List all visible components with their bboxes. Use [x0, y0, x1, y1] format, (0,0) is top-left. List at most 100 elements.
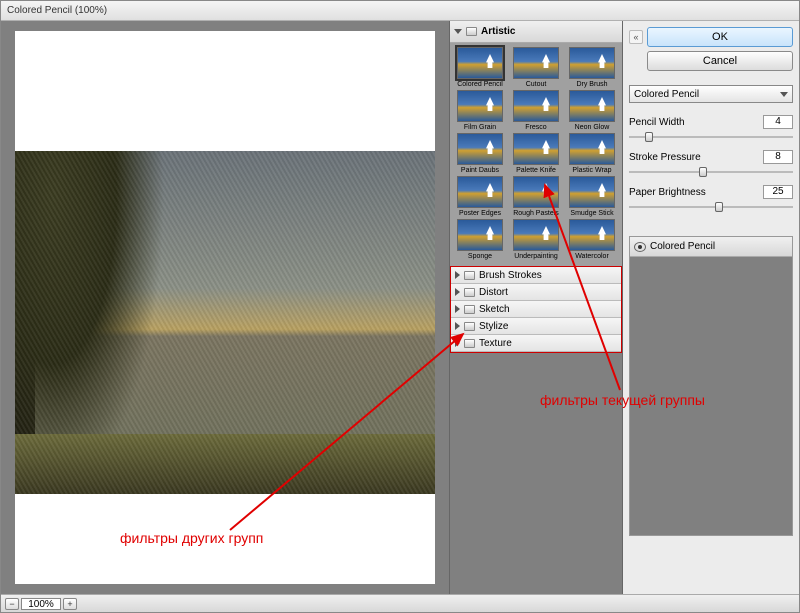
effect-layer-row[interactable]: Colored Pencil [630, 237, 792, 257]
category-label: Brush Strokes [479, 270, 542, 281]
thumb-image [569, 133, 615, 165]
filter-select[interactable]: Colored Pencil [629, 85, 793, 103]
category-distort[interactable]: Distort [451, 284, 621, 301]
thumb-image [457, 133, 503, 165]
effect-layer-label: Colored Pencil [650, 241, 715, 252]
filter-thumb-paint-daubs[interactable]: Paint Daubs [454, 133, 506, 174]
thumb-image [569, 219, 615, 251]
category-stylize[interactable]: Stylize [451, 318, 621, 335]
thumb-label: Sponge [468, 253, 492, 260]
thumb-image [513, 47, 559, 79]
folder-icon [466, 27, 477, 36]
folder-icon [464, 305, 475, 314]
param-slider[interactable] [629, 167, 793, 177]
category-texture[interactable]: Texture [451, 335, 621, 352]
category-label: Sketch [479, 304, 510, 315]
thumb-image [513, 176, 559, 208]
category-label: Distort [479, 287, 508, 298]
thumb-image [569, 47, 615, 79]
controls-pane: « OK Cancel Colored Pencil Pencil Width 4… [623, 21, 799, 594]
param-value[interactable]: 25 [763, 185, 793, 199]
folder-icon [464, 339, 475, 348]
filter-thumb-film-grain[interactable]: Film Grain [454, 90, 506, 131]
category-label: Texture [479, 338, 512, 349]
param-slider[interactable] [629, 132, 793, 142]
thumb-label: Plastic Wrap [572, 167, 611, 174]
thumb-image [513, 219, 559, 251]
filter-thumb-neon-glow[interactable]: Neon Glow [566, 90, 618, 131]
bottom-bar: − 100% + [1, 594, 799, 612]
chevron-right-icon [455, 271, 460, 279]
filter-thumb-dry-brush[interactable]: Dry Brush [566, 47, 618, 88]
thumb-label: Colored Pencil [457, 81, 503, 88]
filter-thumbs-grid: Colored Pencil Cutout Dry Brush Film Grain F… [450, 43, 622, 266]
zoom-in-button[interactable]: + [63, 598, 77, 610]
thumb-label: Film Grain [464, 124, 496, 131]
filter-thumb-watercolor[interactable]: Watercolor [566, 219, 618, 260]
expander-button[interactable]: « [629, 30, 643, 44]
thumb-label: Cutout [526, 81, 547, 88]
param-label: Stroke Pressure [629, 152, 701, 163]
category-brush-strokes[interactable]: Brush Strokes [451, 267, 621, 284]
param-paper-brightness: Paper Brightness 25 [629, 185, 793, 212]
thumb-label: Palette Knife [516, 167, 556, 174]
category-label: Stylize [479, 321, 508, 332]
param-value[interactable]: 4 [763, 115, 793, 129]
thumb-image [513, 133, 559, 165]
category-label: Artistic [481, 26, 515, 37]
thumb-image [513, 90, 559, 122]
param-label: Pencil Width [629, 117, 685, 128]
filter-thumb-rough-pastels[interactable]: Rough Pastels [510, 176, 562, 217]
filter-thumb-fresco[interactable]: Fresco [510, 90, 562, 131]
preview-image [15, 151, 435, 494]
thumb-label: Poster Edges [459, 210, 501, 217]
thumb-image [457, 176, 503, 208]
thumb-label: Rough Pastels [513, 210, 559, 217]
eye-icon[interactable] [634, 242, 646, 252]
param-label: Paper Brightness [629, 187, 706, 198]
preview-pane [1, 21, 450, 594]
thumb-label: Fresco [525, 124, 546, 131]
window-title: Colored Pencil (100%) [7, 5, 107, 16]
thumb-label: Smudge Stick [570, 210, 613, 217]
filter-thumb-sponge[interactable]: Sponge [454, 219, 506, 260]
param-value[interactable]: 8 [763, 150, 793, 164]
category-sketch[interactable]: Sketch [451, 301, 621, 318]
zoom-field[interactable]: 100% [21, 598, 61, 610]
ok-button[interactable]: OK [647, 27, 793, 47]
filter-gallery-window: Colored Pencil (100%) Artistic Colored P… [0, 0, 800, 613]
filter-thumb-plastic-wrap[interactable]: Plastic Wrap [566, 133, 618, 174]
thumb-image [457, 47, 503, 79]
filter-thumb-colored-pencil[interactable]: Colored Pencil [454, 47, 506, 88]
category-artistic-header[interactable]: Artistic [450, 21, 622, 43]
thumb-label: Paint Daubs [461, 167, 499, 174]
chevron-right-icon [455, 288, 460, 296]
folder-icon [464, 288, 475, 297]
filter-thumb-cutout[interactable]: Cutout [510, 47, 562, 88]
effect-layers-panel: Colored Pencil [629, 236, 793, 536]
preview-canvas[interactable] [15, 31, 435, 584]
filter-thumb-poster-edges[interactable]: Poster Edges [454, 176, 506, 217]
filter-thumb-underpainting[interactable]: Underpainting [510, 219, 562, 260]
thumb-label: Neon Glow [575, 124, 610, 131]
filter-thumb-smudge-stick[interactable]: Smudge Stick [566, 176, 618, 217]
param-slider[interactable] [629, 202, 793, 212]
cancel-button[interactable]: Cancel [647, 51, 793, 71]
zoom-out-button[interactable]: − [5, 598, 19, 610]
param-stroke-pressure: Stroke Pressure 8 [629, 150, 793, 177]
title-bar: Colored Pencil (100%) [1, 1, 799, 21]
folder-icon [464, 271, 475, 280]
param-pencil-width: Pencil Width 4 [629, 115, 793, 142]
thumb-image [569, 90, 615, 122]
thumb-image [457, 219, 503, 251]
content-area: Artistic Colored Pencil Cutout Dry Brush Fi… [1, 21, 799, 594]
thumb-image [457, 90, 503, 122]
thumb-image [569, 176, 615, 208]
filter-select-value: Colored Pencil [634, 89, 699, 100]
filter-gallery-pane: Artistic Colored Pencil Cutout Dry Brush Fi… [450, 21, 623, 594]
filter-thumb-palette-knife[interactable]: Palette Knife [510, 133, 562, 174]
chevron-right-icon [455, 339, 460, 347]
thumb-label: Dry Brush [576, 81, 607, 88]
folder-icon [464, 322, 475, 331]
other-categories-list: Brush Strokes Distort Sketch Stylize Texture [450, 266, 622, 353]
